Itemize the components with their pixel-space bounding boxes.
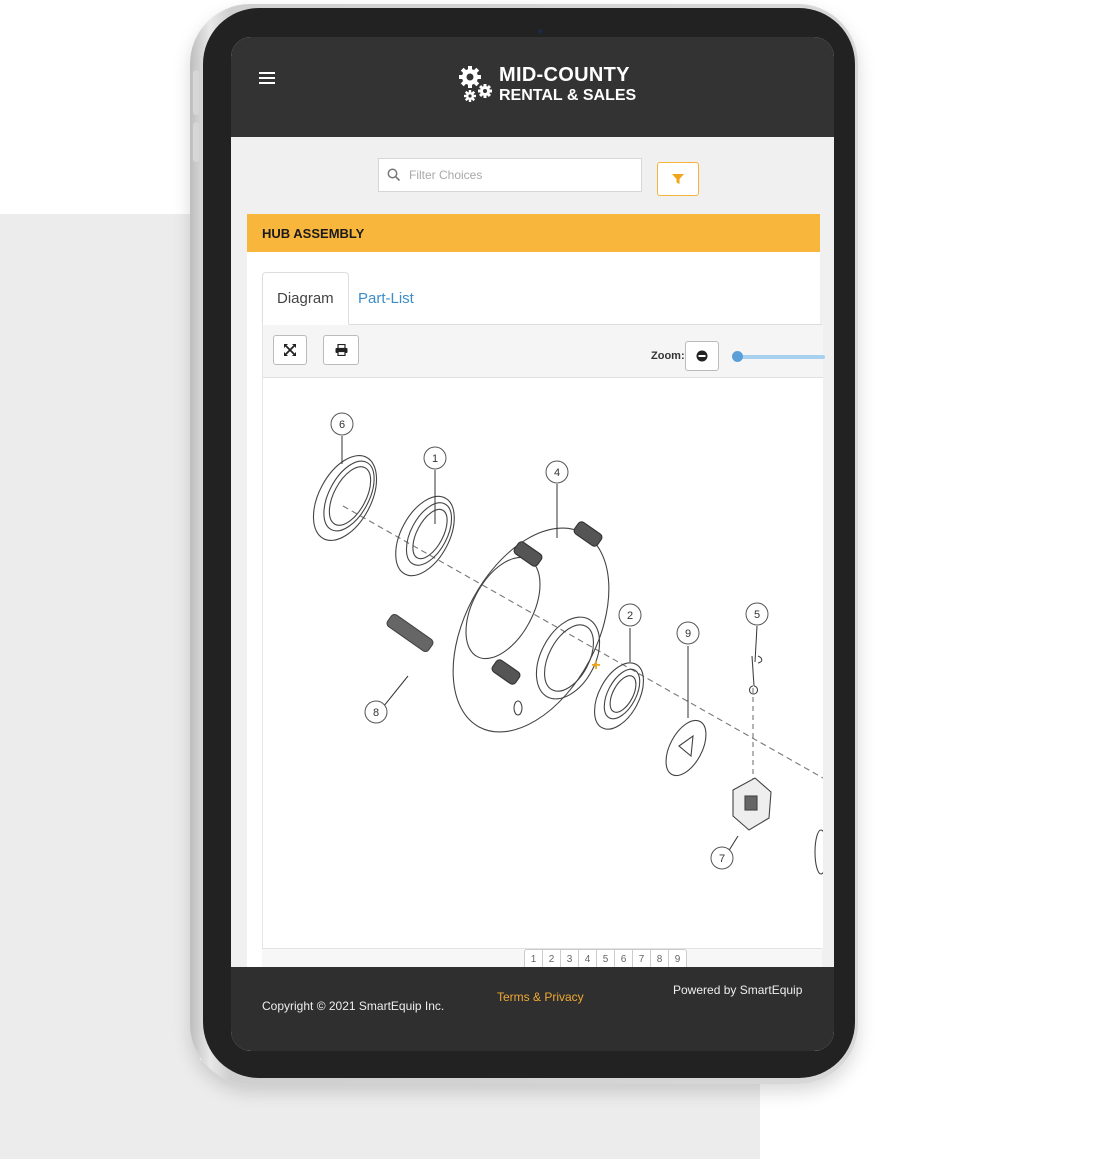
page-link[interactable]: 2 — [543, 950, 561, 968]
zoom-slider-thumb[interactable] — [732, 351, 743, 362]
svg-text:5: 5 — [754, 609, 760, 621]
svg-text:4: 4 — [554, 467, 560, 479]
part-stud — [386, 613, 434, 653]
callout-1: 1 — [423, 446, 447, 470]
copyright-text: Copyright © 2021 SmartEquip Inc. — [262, 999, 445, 1013]
filter-field[interactable] — [378, 158, 642, 192]
section-header: HUB ASSEMBLY — [247, 214, 820, 252]
page-link[interactable]: 5 — [597, 950, 615, 968]
hamburger-icon[interactable] — [259, 72, 275, 86]
terms-privacy-link[interactable]: Terms & Privacy — [497, 990, 584, 1004]
part-washer — [665, 719, 707, 777]
page-link[interactable]: 8 — [651, 950, 669, 968]
callout-6: 6 — [330, 412, 354, 436]
callout-9: 9 — [676, 621, 700, 645]
svg-text:1: 1 — [432, 453, 438, 465]
svg-text:2: 2 — [627, 610, 633, 622]
zoom-slider[interactable] — [732, 351, 825, 362]
expand-icon — [284, 344, 296, 356]
tablet-side-button — [193, 122, 199, 162]
hotspot-marker: + — [591, 657, 600, 674]
app-screen: MID-COUNTY RENTAL & SALES HUB ASSEMBLY D… — [231, 37, 834, 1051]
callout-7: 7 — [710, 846, 734, 870]
svg-text:6: 6 — [339, 419, 345, 431]
brand-line2: RENTAL & SALES — [499, 87, 637, 104]
zoom-out-button[interactable] — [685, 341, 719, 371]
funnel-icon — [672, 174, 684, 184]
gears-icon — [459, 66, 492, 102]
content-panel: Diagram Part-List Zoom: 6 1 4 2 9 5 8 7 … — [247, 252, 825, 1051]
svg-text:8: 8 — [373, 707, 379, 719]
tab-diagram[interactable]: Diagram — [262, 272, 349, 325]
brand-name: MID-COUNTY RENTAL & SALES — [499, 65, 636, 104]
minus-circle-icon — [696, 350, 708, 362]
printer-icon — [335, 344, 347, 356]
part-castle-nut — [732, 777, 772, 831]
tab-bar: Diagram Part-List — [262, 272, 822, 325]
diagram-toolbar: Zoom: — [262, 325, 825, 378]
search-icon — [387, 168, 401, 182]
svg-text:7: 7 — [719, 853, 725, 865]
camera-icon — [538, 29, 543, 34]
page-link[interactable]: 1 — [525, 950, 543, 968]
page-link[interactable]: 7 — [633, 950, 651, 968]
app-footer: Copyright © 2021 SmartEquip Inc. Terms &… — [231, 967, 834, 1051]
tablet-side-button — [193, 70, 199, 115]
page-link[interactable]: 9 — [669, 950, 686, 968]
page-link[interactable]: 3 — [561, 950, 579, 968]
part-hub — [452, 521, 610, 733]
fullscreen-button[interactable] — [273, 335, 307, 365]
print-button[interactable] — [323, 335, 359, 365]
brand-logo[interactable]: MID-COUNTY RENTAL & SALES — [457, 65, 636, 105]
powered-by-text: Powered by SmartEquip — [673, 983, 803, 997]
callout-2: 2 — [618, 603, 642, 627]
filter-input[interactable] — [407, 167, 631, 183]
hub-assembly-diagram: 6 1 4 2 9 5 8 7 + — [312, 412, 823, 875]
part-seal — [312, 455, 378, 541]
callout-8: 8 — [364, 700, 388, 724]
pagination: 1 2 3 4 5 6 7 8 9 — [524, 949, 687, 969]
brand-line1: MID-COUNTY — [499, 64, 630, 86]
svg-text:9: 9 — [685, 628, 691, 640]
tab-part-list[interactable]: Part-List — [344, 272, 428, 324]
filter-button[interactable] — [657, 162, 699, 196]
callout-4: 4 — [545, 460, 569, 484]
parts-diagram[interactable]: 6 1 4 2 9 5 8 7 + — [262, 378, 823, 948]
diagram-callouts: 6 1 4 2 9 5 8 7 — [330, 412, 769, 870]
callout-5: 5 — [745, 602, 769, 626]
part-cotter-pin — [749, 655, 763, 786]
app-header: MID-COUNTY RENTAL & SALES — [231, 37, 834, 137]
zoom-label: Zoom: — [651, 350, 685, 362]
background-panel — [0, 214, 200, 1159]
section-title: HUB ASSEMBLY — [262, 225, 365, 241]
page-link[interactable]: 4 — [579, 950, 597, 968]
page-link[interactable]: 6 — [615, 950, 633, 968]
